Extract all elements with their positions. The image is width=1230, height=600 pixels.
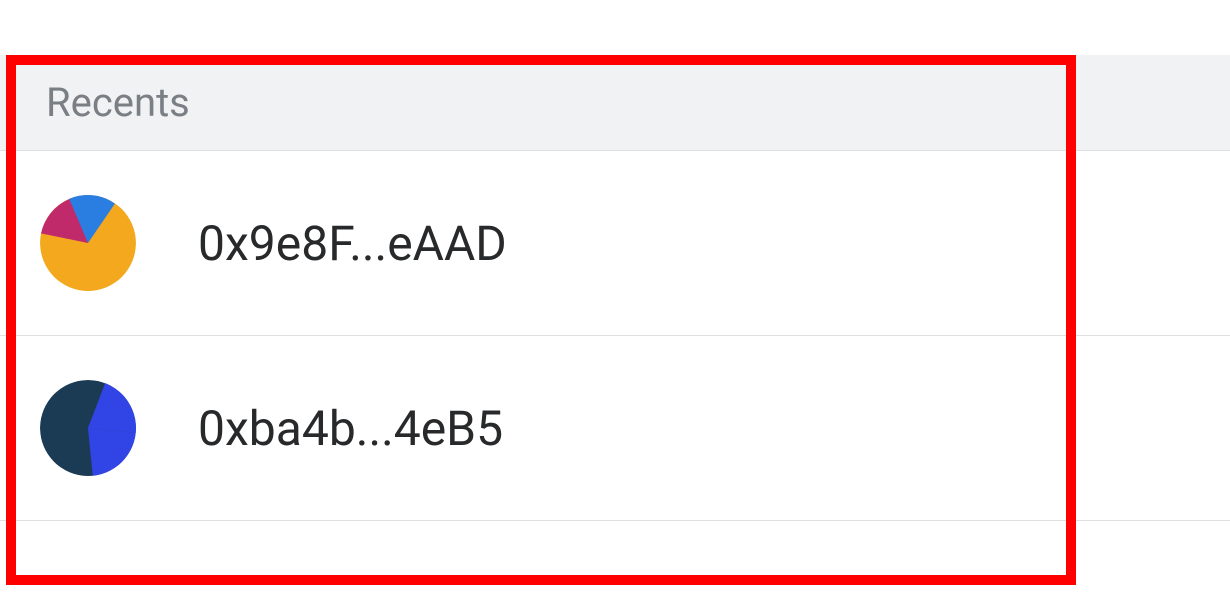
account-address: 0xba4b...4eB5 <box>198 400 503 457</box>
account-avatar-icon <box>40 380 136 476</box>
recents-list: 0x9e8F...eAAD 0xba4b...4eB5 <box>0 151 1230 521</box>
recents-item[interactable]: 0xba4b...4eB5 <box>0 336 1230 521</box>
account-address: 0x9e8F...eAAD <box>198 215 507 272</box>
recents-header: Recents <box>0 55 1230 151</box>
recents-header-label: Recents <box>46 79 1230 126</box>
account-avatar-icon <box>40 195 136 291</box>
recents-item[interactable]: 0x9e8F...eAAD <box>0 151 1230 336</box>
recents-panel: Recents 0x9e8F...eAAD <box>0 55 1230 521</box>
